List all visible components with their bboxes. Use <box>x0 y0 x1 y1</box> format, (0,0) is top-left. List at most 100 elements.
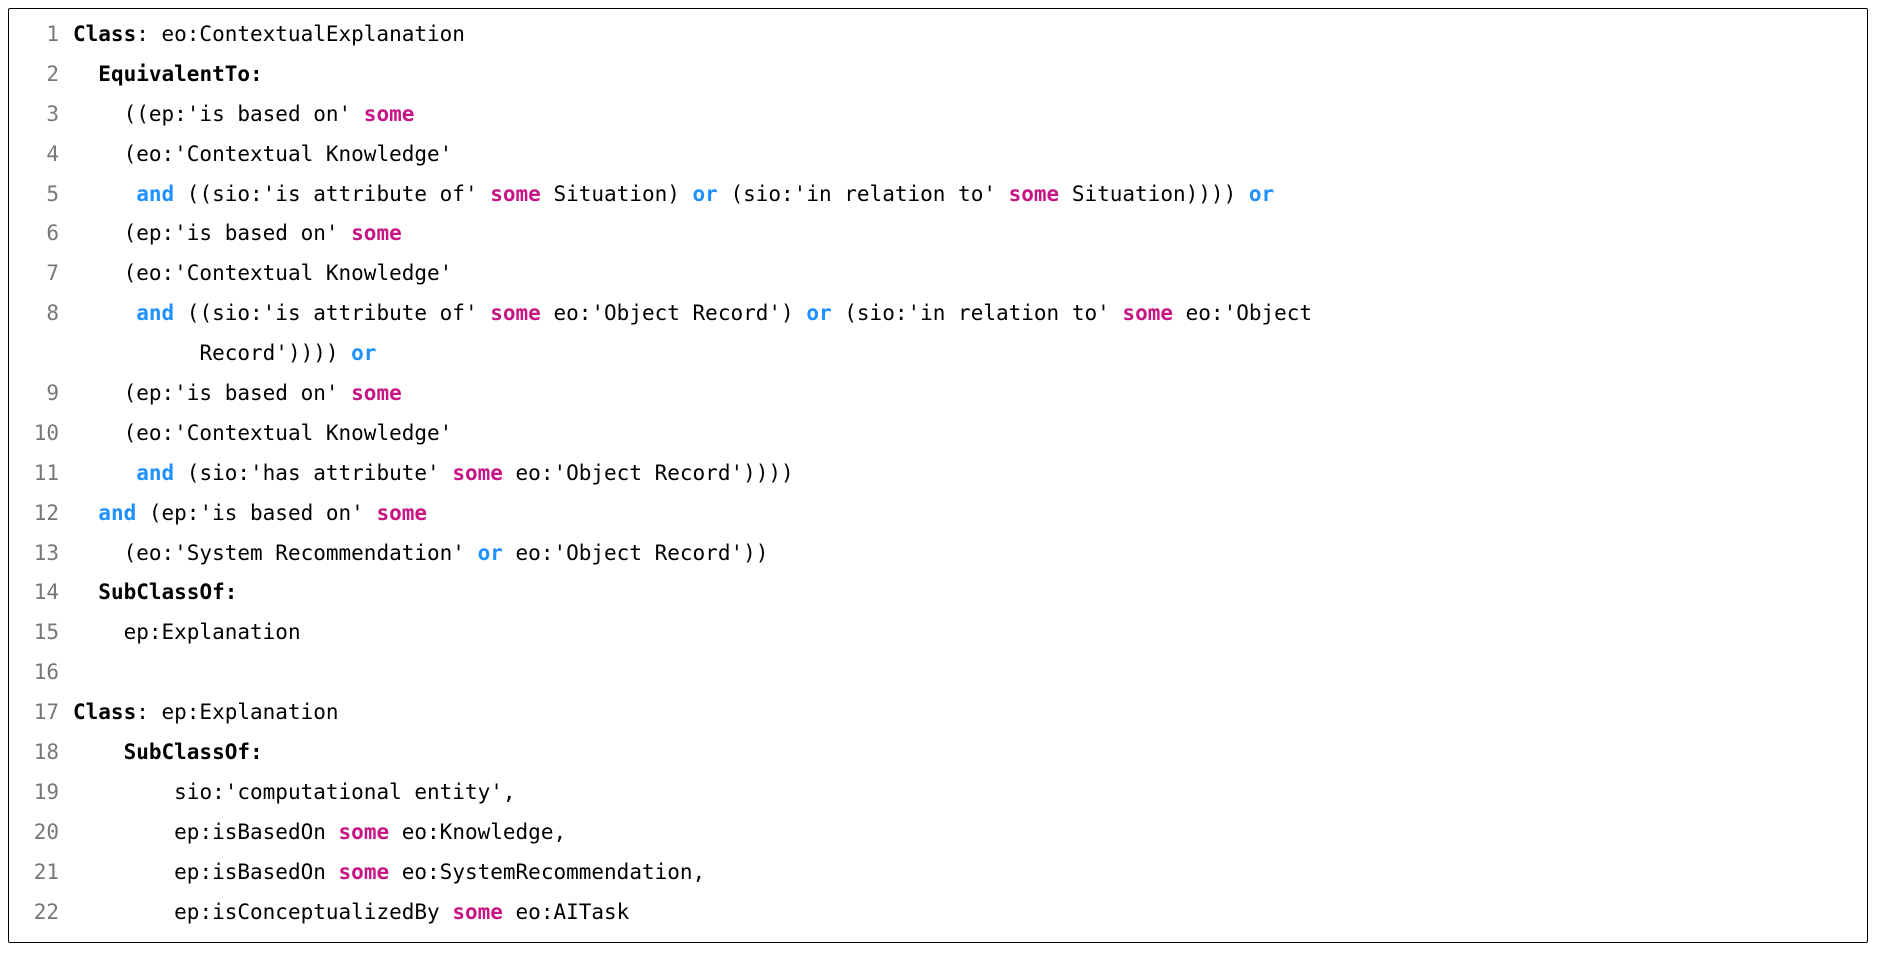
code-line: 1Class: eo:ContextualExplanation <box>17 15 1859 55</box>
line-number: 20 <box>17 813 73 853</box>
code-line: 14 SubClassOf: <box>17 573 1859 613</box>
keyword-logic: or <box>806 301 831 325</box>
code-content: SubClassOf: <box>73 573 1859 613</box>
code-text: eo:AITask <box>503 900 629 924</box>
keyword-logic: and <box>136 182 174 206</box>
line-number: 19 <box>17 773 73 813</box>
code-line: 2 EquivalentTo: <box>17 55 1859 95</box>
code-content: sio:'computational entity', <box>73 773 1859 813</box>
code-text: eo:'Object Record') <box>541 301 807 325</box>
code-line: 5 and ((sio:'is attribute of' some Situa… <box>17 175 1859 215</box>
code-line: 17Class: ep:Explanation <box>17 693 1859 733</box>
code-content: ep:isBasedOn some eo:SystemRecommendatio… <box>73 853 1859 893</box>
line-number: 1 <box>17 15 73 55</box>
code-line: 21 ep:isBasedOn some eo:SystemRecommenda… <box>17 853 1859 893</box>
code-line: 4 (eo:'Contextual Knowledge' <box>17 135 1859 175</box>
line-number: 2 <box>17 55 73 95</box>
code-text: Situation) <box>541 182 693 206</box>
keyword-quantifier: some <box>376 501 427 525</box>
keyword-logic: and <box>136 461 174 485</box>
keyword-logic: and <box>136 301 174 325</box>
keyword-logic: or <box>693 182 718 206</box>
line-number: 22 <box>17 893 73 933</box>
code-text: Record')))) <box>199 341 351 365</box>
keyword-quantifier: some <box>1009 182 1060 206</box>
code-text: (eo:'System Recommendation' <box>124 541 478 565</box>
keyword-quantifier: some <box>452 900 503 924</box>
code-text: ((ep:'is based on' <box>124 102 364 126</box>
keyword-structural: EquivalentTo: <box>98 62 262 86</box>
code-text: (ep:'is based on' <box>124 381 352 405</box>
keyword-logic: or <box>478 541 503 565</box>
keyword-quantifier: some <box>490 182 541 206</box>
code-text: ((sio:'is attribute of' <box>174 182 490 206</box>
code-line: 3 ((ep:'is based on' some <box>17 95 1859 135</box>
code-text: (eo:'Contextual Knowledge' <box>124 142 453 166</box>
line-number: 14 <box>17 573 73 613</box>
code-content: ep:Explanation <box>73 613 1859 653</box>
keyword-structural: Class <box>73 700 136 724</box>
code-line: 8 and ((sio:'is attribute of' some eo:'O… <box>17 294 1859 334</box>
code-text: eo:'Object <box>1173 301 1312 325</box>
code-content: (eo:'Contextual Knowledge' <box>73 254 1859 294</box>
line-number: 12 <box>17 494 73 534</box>
code-content: (ep:'is based on' some <box>73 214 1859 254</box>
code-text: eo:SystemRecommendation, <box>389 860 705 884</box>
code-content: (eo:'Contextual Knowledge' <box>73 135 1859 175</box>
code-line: 22 ep:isConceptualizedBy some eo:AITask <box>17 893 1859 933</box>
keyword-logic: or <box>351 341 376 365</box>
line-number: 5 <box>17 175 73 215</box>
keyword-quantifier: some <box>351 221 402 245</box>
keyword-quantifier: some <box>339 820 390 844</box>
code-text: ep:isConceptualizedBy <box>174 900 452 924</box>
code-text: eo:Knowledge, <box>389 820 566 844</box>
code-content: and ((sio:'is attribute of' some Situati… <box>73 175 1859 215</box>
keyword-quantifier: some <box>490 301 541 325</box>
code-content: and ((sio:'is attribute of' some eo:'Obj… <box>73 294 1859 334</box>
code-text: (sio:'in relation to' <box>718 182 1009 206</box>
code-line: 13 (eo:'System Recommendation' or eo:'Ob… <box>17 534 1859 574</box>
code-line: 20 ep:isBasedOn some eo:Knowledge, <box>17 813 1859 853</box>
keyword-quantifier: some <box>351 381 402 405</box>
line-number: 18 <box>17 733 73 773</box>
code-text: sio:'computational entity', <box>174 780 515 804</box>
code-content: Class: eo:ContextualExplanation <box>73 15 1859 55</box>
code-content: EquivalentTo: <box>73 55 1859 95</box>
code-content: Class: ep:Explanation <box>73 693 1859 733</box>
line-number: 8 <box>17 294 73 334</box>
code-line: 12 and (ep:'is based on' some <box>17 494 1859 534</box>
code-line: 15 ep:Explanation <box>17 613 1859 653</box>
keyword-quantifier: some <box>364 102 415 126</box>
code-text: Situation)))) <box>1059 182 1249 206</box>
keyword-quantifier: some <box>339 860 390 884</box>
line-number: 7 <box>17 254 73 294</box>
line-number: 15 <box>17 613 73 653</box>
code-content: (ep:'is based on' some <box>73 374 1859 414</box>
code-line: 18 SubClassOf: <box>17 733 1859 773</box>
keyword-quantifier: some <box>452 461 503 485</box>
code-text: ((sio:'is attribute of' <box>174 301 490 325</box>
code-text: eo:'Object Record')))) <box>503 461 794 485</box>
line-number: 16 <box>17 653 73 693</box>
code-listing: 1Class: eo:ContextualExplanation2 Equiva… <box>8 8 1868 943</box>
code-line: 19 sio:'computational entity', <box>17 773 1859 813</box>
code-text: (ep:'is based on' <box>124 221 352 245</box>
code-content: and (ep:'is based on' some <box>73 494 1859 534</box>
keyword-logic: or <box>1249 182 1274 206</box>
keyword-structural: SubClassOf: <box>98 580 237 604</box>
line-number: 9 <box>17 374 73 414</box>
code-line: 11 and (sio:'has attribute' some eo:'Obj… <box>17 454 1859 494</box>
code-content: ep:isBasedOn some eo:Knowledge, <box>73 813 1859 853</box>
code-content: (eo:'System Recommendation' or eo:'Objec… <box>73 534 1859 574</box>
code-content: ep:isConceptualizedBy some eo:AITask <box>73 893 1859 933</box>
code-line: 10 (eo:'Contextual Knowledge' <box>17 414 1859 454</box>
code-content: (eo:'Contextual Knowledge' <box>73 414 1859 454</box>
code-text: eo:'Object Record')) <box>503 541 769 565</box>
code-line: 6 (ep:'is based on' some <box>17 214 1859 254</box>
line-number: 3 <box>17 95 73 135</box>
line-number: 10 <box>17 414 73 454</box>
line-number: 11 <box>17 454 73 494</box>
code-content: SubClassOf: <box>73 733 1859 773</box>
code-content: and (sio:'has attribute' some eo:'Object… <box>73 454 1859 494</box>
code-text: (sio:'in relation to' <box>832 301 1123 325</box>
